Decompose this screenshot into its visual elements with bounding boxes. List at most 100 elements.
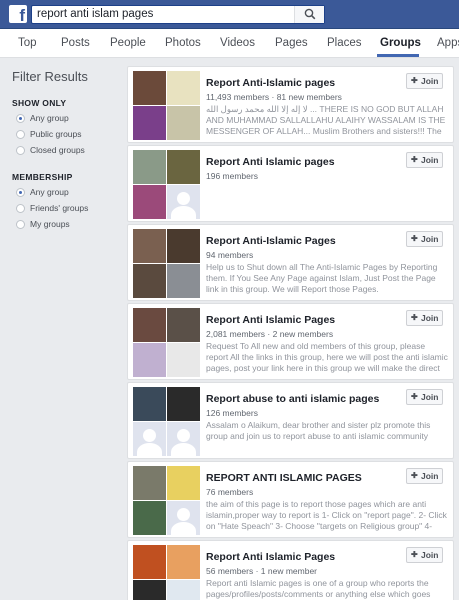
member-photo <box>133 466 166 500</box>
group-result-card[interactable]: REPORT ANTI ISLAMIC PAGES 76 members the a… <box>127 461 454 538</box>
membership-heading: MEMBERSHIP <box>12 172 73 182</box>
search-box[interactable]: report anti islam pages <box>31 5 325 24</box>
group-cover-photos[interactable] <box>133 387 200 456</box>
radio-icon[interactable] <box>16 146 25 155</box>
group-title-link[interactable]: REPORT ANTI ISLAMIC PAGES <box>206 472 362 484</box>
join-group-button[interactable]: ✚ Join <box>406 231 443 247</box>
group-result-card[interactable]: Report Anti Islamic Pages 56 members · 1 … <box>127 540 454 600</box>
group-member-count: 11,493 members · 81 new members <box>206 92 342 102</box>
search-input[interactable]: report anti islam pages <box>37 8 153 20</box>
group-cover-photos[interactable] <box>133 150 200 219</box>
member-photo <box>133 185 166 219</box>
group-cover-photos[interactable] <box>133 466 200 535</box>
member-photo <box>167 308 200 342</box>
tab-places[interactable]: Places <box>327 37 362 49</box>
add-member-icon: ✚ <box>411 313 418 322</box>
tab-photos[interactable]: Photos <box>165 37 201 49</box>
join-label: Join <box>421 155 439 165</box>
search-tabs: Top Posts People Photos Videos Pages Pla… <box>0 29 459 58</box>
join-label: Join <box>421 313 439 323</box>
group-result-card[interactable]: Report Anti-Islamic Pages 94 members Help … <box>127 224 454 301</box>
group-result-card[interactable]: Report Anti Islamic Pages 2,081 members ·… <box>127 303 454 380</box>
filter-option-label: Any group <box>30 187 69 197</box>
default-avatar-icon <box>133 422 166 456</box>
member-photo <box>133 580 166 600</box>
group-title-link[interactable]: Report abuse to anti islamic pages <box>206 393 379 405</box>
join-group-button[interactable]: ✚ Join <box>406 73 443 89</box>
member-photo <box>167 343 200 377</box>
join-label: Join <box>421 471 439 481</box>
tab-videos[interactable]: Videos <box>220 37 255 49</box>
tab-pages[interactable]: Pages <box>275 37 308 49</box>
tab-posts[interactable]: Posts <box>61 37 90 49</box>
member-photo <box>167 466 200 500</box>
member-photo <box>167 580 200 600</box>
join-group-button[interactable]: ✚ Join <box>406 389 443 405</box>
default-avatar-icon <box>167 501 200 535</box>
tab-apps[interactable]: Apps <box>437 37 459 49</box>
group-cover-photos[interactable] <box>133 308 200 377</box>
group-result-card[interactable]: Report Anti-Islamic pages 11,493 members … <box>127 66 454 143</box>
radio-icon[interactable] <box>16 204 25 213</box>
member-photo <box>133 71 166 105</box>
member-photo <box>133 264 166 298</box>
top-bar: f report anti islam pages <box>0 0 459 29</box>
default-avatar-icon <box>167 185 200 219</box>
member-photo <box>167 545 200 579</box>
filter-option-label: My groups <box>30 219 70 229</box>
radio-icon[interactable] <box>16 130 25 139</box>
active-tab-indicator <box>377 54 419 57</box>
join-label: Join <box>421 392 439 402</box>
member-photo <box>133 150 166 184</box>
member-photo <box>133 387 166 421</box>
add-member-icon: ✚ <box>411 234 418 243</box>
add-member-icon: ✚ <box>411 550 418 559</box>
radio-selected-icon[interactable] <box>16 188 25 197</box>
group-title-link[interactable]: Report Anti Islamic Pages <box>206 551 335 563</box>
member-photo <box>133 501 166 535</box>
group-member-count: 94 members <box>206 250 254 260</box>
join-label: Join <box>421 76 439 86</box>
member-photo <box>133 229 166 263</box>
join-group-button[interactable]: ✚ Join <box>406 152 443 168</box>
group-description: Assalam o Alaikum, dear brother and sist… <box>206 420 431 442</box>
group-member-count: 76 members <box>206 487 254 497</box>
group-results-list: Report Anti-Islamic pages 11,493 members … <box>127 66 454 600</box>
group-result-card[interactable]: Report Anti Islamic pages 196 members ✚ Joi… <box>127 145 454 222</box>
show-only-heading: SHOW ONLY <box>12 98 67 108</box>
join-group-button[interactable]: ✚ Join <box>406 547 443 563</box>
group-member-count: 2,081 members · 2 new members <box>206 329 334 339</box>
tab-top[interactable]: Top <box>18 37 37 49</box>
group-cover-photos[interactable] <box>133 545 200 600</box>
group-description: لا إله إلا الله محمد رسول الله ... THERE… <box>206 104 446 140</box>
member-photo <box>133 308 166 342</box>
join-group-button[interactable]: ✚ Join <box>406 468 443 484</box>
group-title-link[interactable]: Report Anti Islamic Pages <box>206 314 335 326</box>
search-button[interactable] <box>294 6 324 23</box>
radio-icon[interactable] <box>16 220 25 229</box>
group-member-count: 56 members · 1 new member <box>206 566 318 576</box>
group-result-card[interactable]: Report abuse to anti islamic pages 126 me… <box>127 382 454 459</box>
radio-selected-icon[interactable] <box>16 114 25 123</box>
add-member-icon: ✚ <box>411 155 418 164</box>
join-group-button[interactable]: ✚ Join <box>406 310 443 326</box>
group-cover-photos[interactable] <box>133 229 200 298</box>
member-photo <box>167 229 200 263</box>
group-title-link[interactable]: Report Anti Islamic pages <box>206 156 335 168</box>
tab-people[interactable]: People <box>110 37 146 49</box>
filter-sidebar: Filter Results SHOW ONLY Any group Publi… <box>0 58 126 600</box>
group-description: the aim of this page is to report those … <box>206 499 447 535</box>
group-title-link[interactable]: Report Anti-Islamic Pages <box>206 235 336 247</box>
default-avatar-icon <box>167 422 200 456</box>
group-description: Request To All new and old members of th… <box>206 341 448 377</box>
group-cover-photos[interactable] <box>133 71 200 140</box>
group-member-count: 126 members <box>206 408 258 418</box>
member-photo <box>133 106 166 140</box>
tab-groups[interactable]: Groups <box>380 37 421 49</box>
group-description: Report anti Islamic pages is one of a gr… <box>206 578 431 600</box>
group-title-link[interactable]: Report Anti-Islamic pages <box>206 77 335 89</box>
add-member-icon: ✚ <box>411 471 418 480</box>
filter-option-label: Public groups <box>30 129 82 139</box>
facebook-logo-icon[interactable]: f <box>9 5 27 23</box>
member-photo <box>167 264 200 298</box>
